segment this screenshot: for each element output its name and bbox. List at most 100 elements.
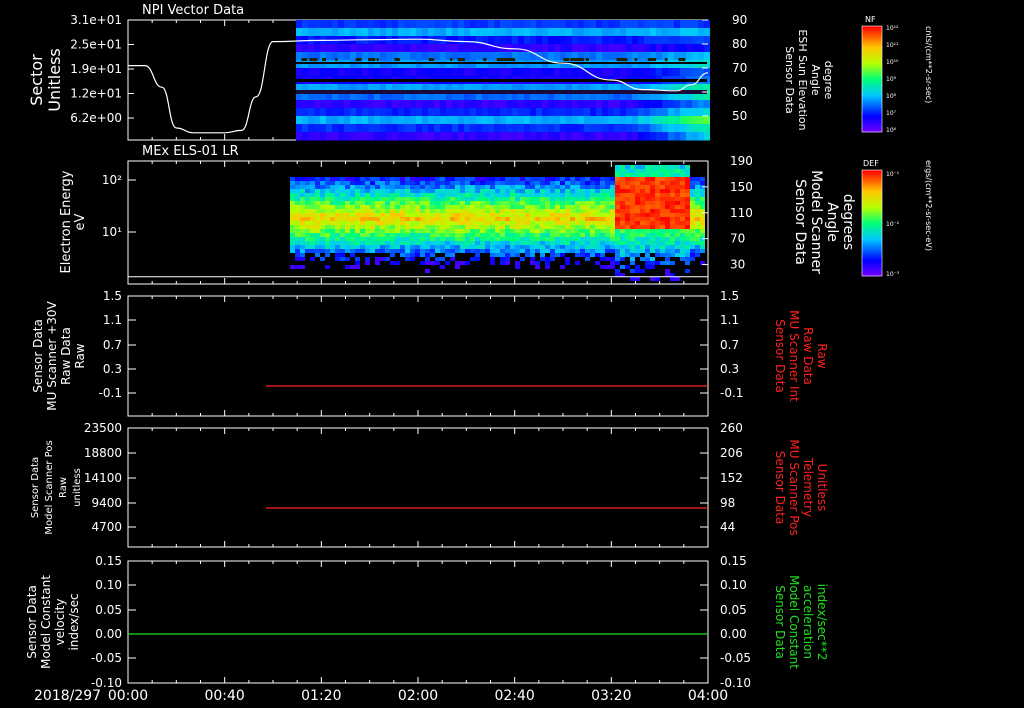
- heatmap-cell: [690, 189, 695, 193]
- heatmap-cell: [665, 197, 670, 201]
- heatmap-cell: [338, 52, 344, 61]
- heatmap-cell: [475, 177, 480, 181]
- heatmap-cell: [635, 197, 640, 201]
- heatmap-cell: [410, 193, 415, 197]
- heatmap-cell: [600, 201, 605, 205]
- heatmap-cell: [572, 108, 578, 117]
- heatmap-cell: [386, 36, 392, 45]
- heatmap-cell: [545, 213, 550, 217]
- heatmap-cell: [296, 28, 302, 37]
- heatmap-cell: [475, 225, 480, 229]
- heatmap-cell: [560, 189, 565, 193]
- heatmap-cell: [332, 20, 338, 29]
- heatmap-cell: [446, 116, 452, 125]
- heatmap-cell: [550, 257, 555, 261]
- heatmap-cell: [490, 241, 495, 245]
- heatmap-cell: [314, 20, 320, 29]
- data-gap-stripe: [296, 79, 707, 82]
- right-tick-label: 1.1: [720, 313, 739, 327]
- right-axis-label: degrees: [840, 194, 856, 250]
- heatmap-cell: [460, 185, 465, 189]
- heatmap-cell: [320, 189, 325, 193]
- heatmap-cell: [600, 233, 605, 237]
- heatmap-cell: [390, 249, 395, 253]
- heatmap-cell: [590, 229, 595, 233]
- heatmap-cell: [385, 205, 390, 209]
- heatmap-cell: [535, 177, 540, 181]
- heatmap-cell: [446, 124, 452, 133]
- heatmap-cell: [422, 36, 428, 45]
- heatmap-cell: [440, 108, 446, 117]
- heatmap-cell: [685, 245, 690, 249]
- heatmap-cell: [435, 237, 440, 241]
- heatmap-cell: [425, 233, 430, 237]
- right-tick-label: 0.00: [720, 627, 747, 641]
- heatmap-cell: [620, 197, 625, 201]
- heatmap-cell: [464, 116, 470, 125]
- heatmap-cell: [690, 201, 695, 205]
- heatmap-cell: [515, 201, 520, 205]
- heatmap-speckle: [301, 58, 308, 61]
- heatmap-cell: [345, 217, 350, 221]
- heatmap-cell: [680, 132, 686, 141]
- heatmap-cell: [500, 181, 505, 185]
- heatmap-cell: [340, 181, 345, 185]
- heatmap-cell: [614, 36, 620, 45]
- heatmap-cell: [620, 185, 625, 189]
- heatmap-cell: [494, 132, 500, 141]
- heatmap-cell: [425, 197, 430, 201]
- heatmap-cell: [470, 28, 476, 37]
- heatmap-cell: [465, 197, 470, 201]
- heatmap-cell: [404, 36, 410, 45]
- heatmap-cell: [350, 108, 356, 117]
- heatmap-cell: [615, 245, 620, 249]
- heatmap-cell: [392, 20, 398, 29]
- heatmap-cell: [535, 201, 540, 205]
- heatmap-cell: [440, 177, 445, 181]
- heatmap-cell: [446, 68, 452, 77]
- heatmap-cell: [488, 132, 494, 141]
- heatmap-cell: [404, 132, 410, 141]
- heatmap-cell: [416, 36, 422, 45]
- heatmap-cell: [506, 116, 512, 125]
- heatmap-cell: [515, 237, 520, 241]
- heatmap-cell: [440, 257, 445, 261]
- heatmap-cell: [440, 20, 446, 29]
- heatmap-cell: [535, 189, 540, 193]
- heatmap-cell: [560, 233, 565, 237]
- heatmap-cell: [305, 249, 310, 253]
- heatmap-cell: [445, 181, 450, 185]
- heatmap-cell: [580, 245, 585, 249]
- heatmap-cell: [650, 205, 655, 209]
- heatmap-cell: [350, 217, 355, 221]
- heatmap-cell: [596, 44, 602, 53]
- heatmap-cell: [490, 253, 495, 257]
- heatmap-cell: [626, 20, 632, 29]
- heatmap-cell: [524, 108, 530, 117]
- heatmap-cell: [674, 44, 680, 53]
- heatmap-cell: [464, 36, 470, 45]
- heatmap-cell: [470, 237, 475, 241]
- heatmap-cell: [326, 132, 332, 141]
- heatmap-cell: [440, 221, 445, 225]
- heatmap-cell: [300, 229, 305, 233]
- heatmap-cell: [614, 44, 620, 53]
- heatmap-cell: [630, 205, 635, 209]
- heatmap-cell: [314, 68, 320, 77]
- heatmap-cell: [350, 245, 355, 249]
- heatmap-cell: [515, 189, 520, 193]
- heatmap-cell: [550, 213, 555, 217]
- heatmap-cell: [332, 108, 338, 117]
- heatmap-cell: [398, 108, 404, 117]
- heatmap-cell: [470, 124, 476, 133]
- heatmap-cell: [575, 261, 580, 265]
- heatmap-cell: [365, 213, 370, 217]
- heatmap-cell: [565, 233, 570, 237]
- heatmap-cell: [320, 28, 326, 37]
- heatmap-cell: [680, 60, 686, 69]
- heatmap-cell: [545, 245, 550, 249]
- heatmap-cell: [404, 52, 410, 61]
- heatmap-cell: [530, 181, 535, 185]
- heatmap-cell: [614, 116, 620, 125]
- heatmap-cell: [644, 68, 650, 77]
